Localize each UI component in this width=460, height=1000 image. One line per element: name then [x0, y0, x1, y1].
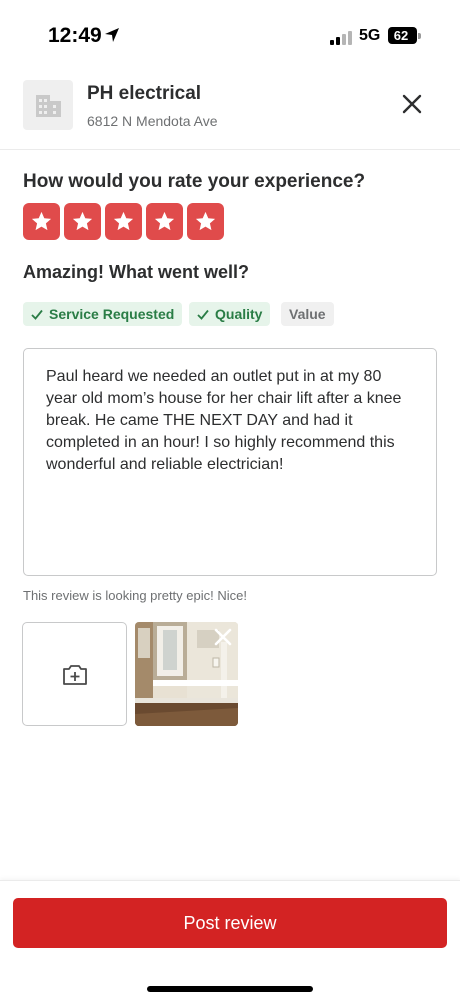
star-icon: [195, 211, 216, 231]
rating-headline: Amazing! What went well?: [23, 262, 250, 282]
business-header: PH electrical 6812 N Mendota Ave: [0, 75, 460, 150]
photo-thumbnail[interactable]: [135, 622, 238, 726]
star-icon: [113, 211, 134, 231]
chip-quality[interactable]: Quality: [189, 302, 271, 326]
signal-icon: [330, 31, 352, 45]
chip-service-requested[interactable]: Service Requested: [23, 302, 183, 326]
star-icon: [72, 211, 93, 231]
close-button[interactable]: [396, 88, 428, 120]
star-icon: [154, 211, 175, 231]
review-hint: This review is looking pretty epic! Nice…: [23, 588, 247, 603]
location-arrow-icon: [105, 28, 119, 42]
home-indicator[interactable]: [147, 986, 313, 992]
footer-bar: Post review: [0, 880, 460, 1000]
remove-photo-icon[interactable]: [212, 626, 234, 648]
post-review-button[interactable]: Post review: [13, 898, 447, 948]
network-type: 5G: [359, 27, 381, 44]
star-2[interactable]: [64, 203, 101, 240]
add-photo-button[interactable]: [22, 622, 127, 726]
check-icon: [31, 309, 43, 320]
add-photo-icon: [63, 665, 87, 685]
business-address: 6812 N Mendota Ave: [87, 113, 218, 129]
battery-percent: 62: [393, 28, 409, 43]
star-4[interactable]: [146, 203, 183, 240]
star-3[interactable]: [105, 203, 142, 240]
business-name: PH electrical: [87, 83, 202, 104]
chip-label: Value: [289, 306, 326, 322]
review-text: Paul heard we needed an outlet put in at…: [46, 368, 402, 473]
rating-question: How would you rate your experience?: [23, 171, 366, 192]
check-icon: [197, 309, 209, 320]
business-thumbnail: [23, 80, 73, 130]
chip-label: Service Requested: [49, 306, 175, 322]
close-icon[interactable]: [396, 88, 428, 120]
battery-tip: [418, 33, 421, 39]
status-time: 12:49: [48, 24, 102, 47]
status-bar: 12:49 5G 62: [0, 0, 460, 70]
building-icon: [36, 95, 61, 117]
star-icon: [31, 211, 52, 231]
battery-icon: 62: [388, 27, 417, 44]
review-textarea[interactable]: Paul heard we needed an outlet put in at…: [23, 348, 437, 576]
chip-label: Quality: [215, 306, 263, 322]
star-5[interactable]: [187, 203, 224, 240]
star-1[interactable]: [23, 203, 60, 240]
chip-value[interactable]: Value: [281, 302, 334, 326]
